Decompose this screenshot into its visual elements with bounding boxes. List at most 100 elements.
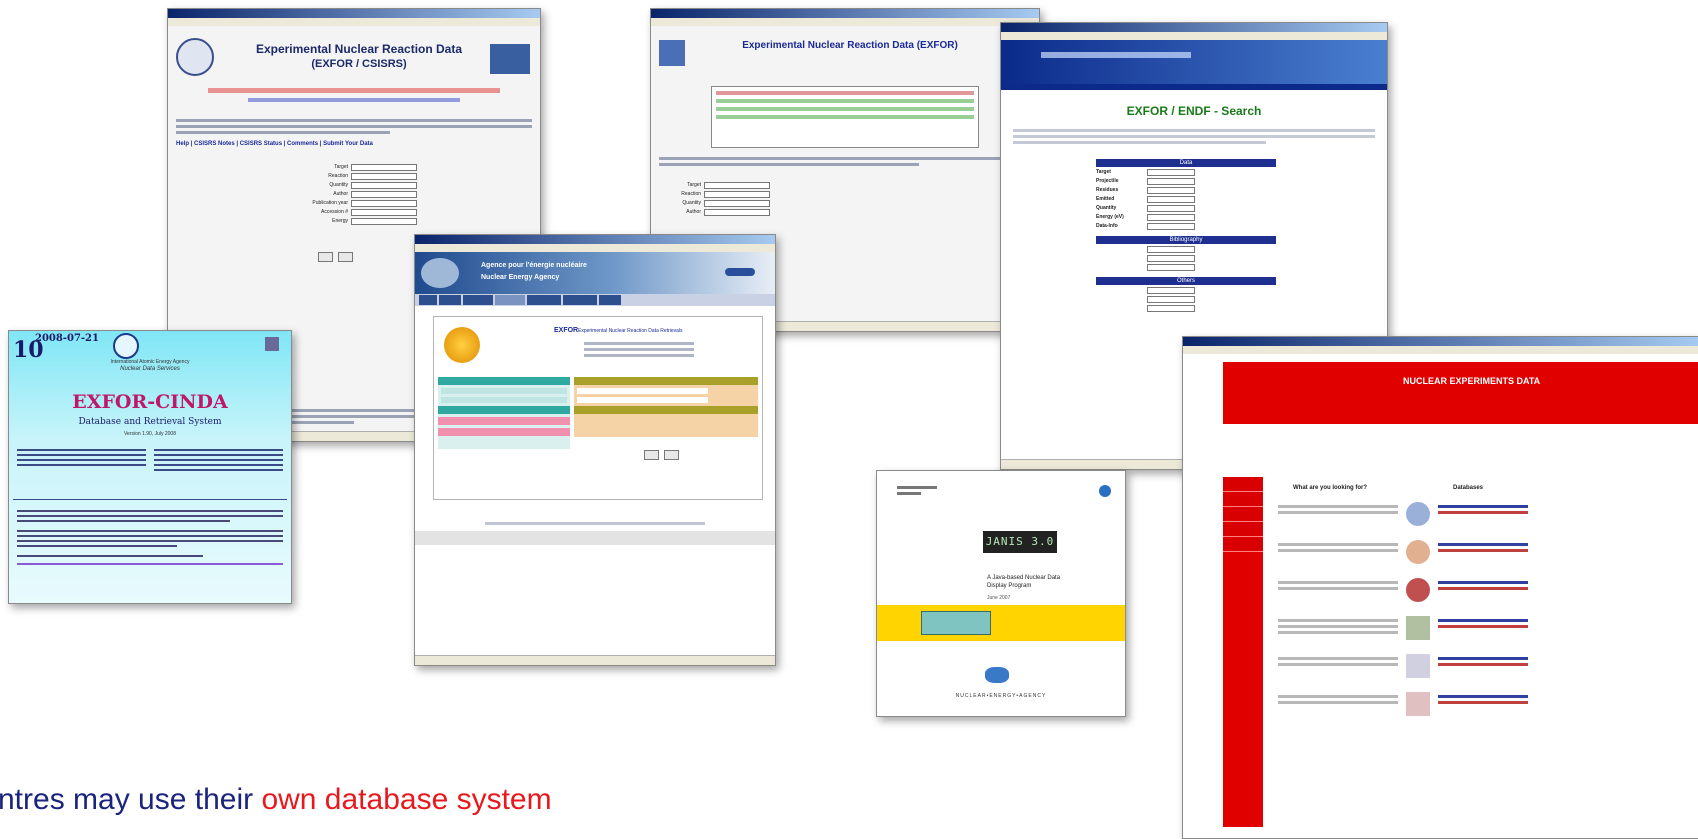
tab[interactable] [419, 295, 437, 305]
author-input[interactable] [704, 208, 770, 216]
intro-text [168, 119, 540, 134]
cinda-service: Nuclear Data Services [120, 366, 180, 372]
window-titlebar [1183, 337, 1698, 346]
footer-nav[interactable] [485, 522, 705, 525]
nea-small-logo [1099, 485, 1111, 497]
author-input[interactable] [351, 190, 417, 198]
others-section-header: Others [1096, 277, 1276, 285]
exfor-heading: EXFOR [554, 327, 579, 334]
other-input[interactable] [1147, 286, 1195, 294]
tab-bar [415, 294, 775, 306]
db-thumbnail[interactable] [1406, 578, 1430, 602]
nndc-logo [490, 44, 530, 74]
field-label: Emitted [1096, 196, 1115, 202]
menu-bar[interactable] [651, 18, 1039, 26]
target-input[interactable] [351, 163, 417, 171]
tab[interactable] [599, 295, 621, 305]
energy-input[interactable] [1147, 213, 1195, 221]
brochure-date: June 2007 [987, 595, 1011, 601]
left-form [438, 377, 570, 449]
nea-header: Agence pour l'énergie nucléaire Nuclear … [415, 252, 775, 294]
bibliography-section-header: Bibliography [1096, 236, 1276, 244]
nea-globe-logo [421, 258, 459, 288]
red-banner: NUCLEAR EXPERIMENTS DATA [1223, 362, 1698, 424]
projectile-input[interactable] [1147, 177, 1195, 185]
jcprg-banner [1001, 40, 1387, 84]
tab[interactable] [463, 295, 493, 305]
bib-input[interactable] [1147, 263, 1195, 271]
db-thumbnail[interactable] [1406, 654, 1430, 678]
menu-bar[interactable] [168, 18, 540, 26]
nea-exfor-window: Agence pour l'énergie nucléaire Nuclear … [414, 234, 776, 666]
reaction-input[interactable] [577, 388, 708, 394]
news-box [711, 86, 979, 148]
datainfo-input[interactable] [1147, 222, 1195, 230]
menu-bar[interactable] [1183, 346, 1698, 354]
side-menu-item[interactable] [1223, 507, 1263, 522]
page-subtitle: (EXFOR / CSISRS) [311, 58, 407, 70]
cinda-subtitle: Database and Retrieval System [78, 417, 222, 427]
other-input[interactable] [1147, 295, 1195, 303]
field-label: Target [1096, 169, 1111, 175]
db-thumbnail[interactable] [1406, 540, 1430, 564]
reaction-input[interactable] [704, 190, 770, 198]
residues-input[interactable] [1147, 186, 1195, 194]
energy-input[interactable] [351, 217, 417, 225]
search-form: Target Reaction Quantity Author Publicat… [278, 163, 540, 225]
tab[interactable] [563, 295, 597, 305]
side-menu-item[interactable] [1223, 492, 1263, 507]
field-label: Projectile [1096, 178, 1119, 184]
data-section-header: Data [1096, 159, 1276, 167]
menu-bar[interactable] [415, 244, 775, 252]
agency-name-fr: Agence pour l'énergie nucléaire [481, 262, 587, 269]
tab[interactable] [495, 295, 525, 305]
exfor-cinda-window: 10 2008-07-21 International Atomic Energ… [8, 330, 292, 604]
nds-logo [265, 337, 279, 351]
status-bar [415, 655, 775, 665]
field-label: Energy (eV) [1096, 214, 1124, 220]
menu-bar[interactable] [1001, 32, 1387, 40]
tab[interactable] [439, 295, 461, 305]
window-titlebar [415, 235, 775, 244]
search-icon[interactable] [725, 268, 755, 276]
db-thumbnail[interactable] [1406, 502, 1430, 526]
bib-input[interactable] [1147, 254, 1195, 262]
emitted-input[interactable] [1147, 195, 1195, 203]
accession-input[interactable] [351, 208, 417, 216]
year-input[interactable] [351, 199, 417, 207]
flame-logo [444, 327, 480, 363]
other-input[interactable] [1147, 304, 1195, 312]
brochure-desc-1: A Java-based Nuclear Data [987, 575, 1061, 581]
brochure-desc-2: Display Program [987, 583, 1032, 589]
page-title: Experimental Nuclear Reaction Data [255, 42, 463, 56]
tab[interactable] [527, 295, 561, 305]
col-heading-right: Databases [1453, 485, 1484, 491]
side-menu-item[interactable] [1223, 522, 1263, 537]
side-menu [1223, 477, 1263, 827]
energy-input[interactable] [577, 397, 708, 403]
database-list [1278, 502, 1659, 730]
reset-button[interactable] [337, 252, 354, 262]
side-menu-item[interactable] [1223, 477, 1263, 492]
janis-brand: JANIS 3.0 [983, 531, 1057, 553]
caption: ntres may use their own database system [0, 780, 552, 820]
cinda-title: EXFOR-CINDA [72, 391, 228, 413]
nea-logo [985, 667, 1009, 683]
quantity-input[interactable] [351, 181, 417, 189]
target-input[interactable] [1147, 168, 1195, 176]
quantity-input[interactable] [704, 199, 770, 207]
db-thumbnail[interactable] [1406, 616, 1430, 640]
col-heading-left: What are you looking for? [1293, 485, 1368, 491]
reaction-input[interactable] [351, 172, 417, 180]
quantity-input[interactable] [1147, 204, 1195, 212]
reset-button[interactable] [663, 450, 680, 460]
target-input[interactable] [704, 181, 770, 189]
db-thumbnail[interactable] [1406, 692, 1430, 716]
submit-button[interactable] [644, 450, 660, 460]
exfor-subheading: Experimental Nuclear Reaction Data Retri… [578, 328, 683, 334]
bib-input[interactable] [1147, 245, 1195, 253]
submit-button[interactable] [318, 252, 334, 262]
side-menu-item[interactable] [1223, 537, 1263, 552]
nav-links[interactable]: Help | CSISRS Notes | CSISRS Status | Co… [168, 137, 540, 151]
window-titlebar [168, 9, 540, 18]
